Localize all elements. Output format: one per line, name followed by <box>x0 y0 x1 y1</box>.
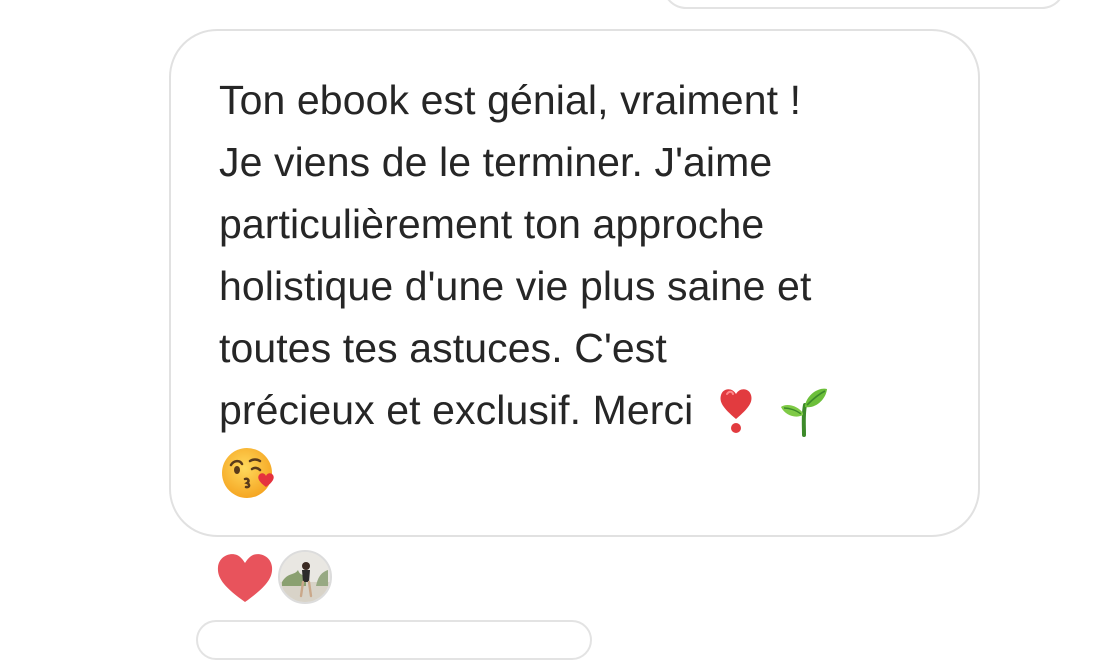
reactor-avatar[interactable] <box>278 550 332 604</box>
message-line: particulièrement ton approche <box>219 201 765 247</box>
red-heart-icon[interactable] <box>216 552 274 604</box>
message-line: Ton ebook est génial, vraiment ! <box>219 77 802 123</box>
message-line: toutes tes astuces. C'est <box>219 325 667 371</box>
message-line: Je viens de le terminer. J'aime <box>219 139 773 185</box>
previous-message-bubble[interactable] <box>662 0 1066 9</box>
message-line-with-emojis: précieux et exclusif. Merci <box>219 379 939 441</box>
heavy-exclamation-heart-icon <box>719 386 753 436</box>
message-line: holistique d'une vie plus saine et <box>219 263 812 309</box>
face-blowing-kiss-icon <box>219 443 279 503</box>
seedling-icon <box>780 385 828 438</box>
message-text: Ton ebook est génial, vraiment ! Je vien… <box>219 69 939 505</box>
message-line-emoji <box>219 441 939 505</box>
next-message-bubble[interactable] <box>196 620 592 660</box>
message-bubble[interactable]: Ton ebook est génial, vraiment ! Je vien… <box>169 29 980 537</box>
message-line: précieux et exclusif. Merci <box>219 387 694 433</box>
